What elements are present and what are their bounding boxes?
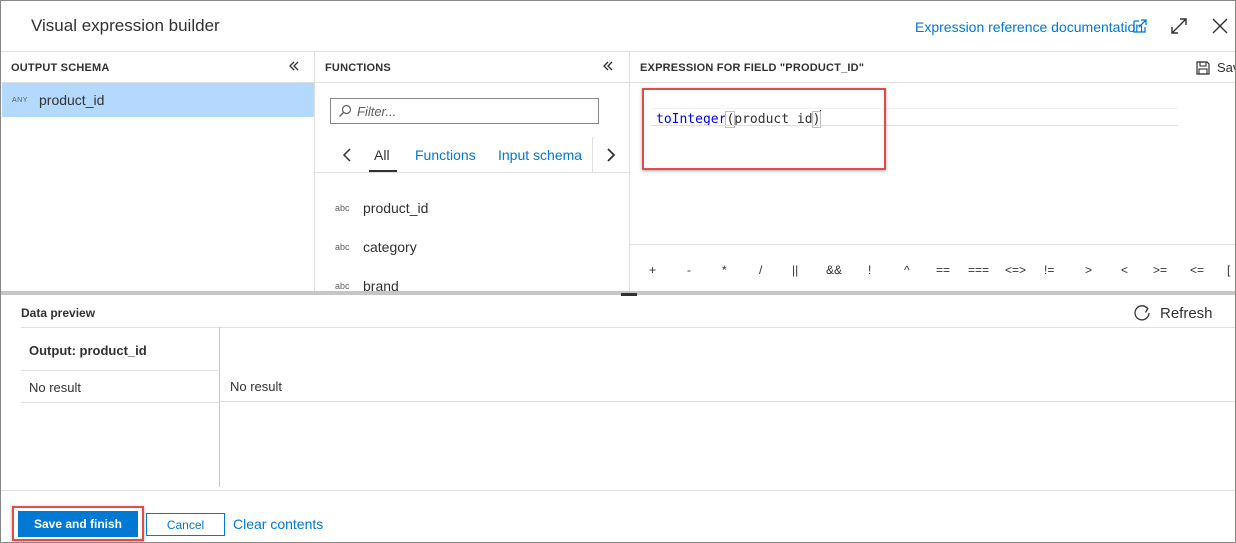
operator-multiply[interactable]: *	[722, 263, 727, 277]
function-item[interactable]: abc category	[315, 233, 627, 263]
functions-tabs: All Functions Input schema	[315, 137, 629, 173]
function-item[interactable]: abc brand	[315, 272, 627, 291]
preview-cell-result: No result	[230, 379, 283, 394]
expression-reference-link[interactable]: Expression reference documentation	[915, 19, 1143, 35]
clear-contents-button[interactable]: Clear contents	[233, 516, 323, 532]
refresh-icon	[1134, 304, 1150, 321]
operator-plus[interactable]: +	[649, 263, 656, 277]
collapse-functions-icon[interactable]	[600, 58, 616, 74]
pane-splitter[interactable]	[1, 291, 1235, 295]
data-preview-title: Data preview	[21, 306, 96, 320]
refresh-label: Refresh	[1160, 305, 1213, 322]
operator-less[interactable]: <	[1121, 263, 1128, 277]
preview-divider	[21, 327, 1235, 328]
expand-icon[interactable]	[1169, 16, 1189, 36]
functions-header: FUNCTIONS	[315, 52, 629, 83]
splitter-handle[interactable]	[621, 293, 637, 296]
tab-all[interactable]: All	[374, 147, 390, 163]
preview-row-divider	[21, 402, 220, 403]
function-item-name: brand	[363, 278, 399, 291]
chevron-right-icon[interactable]	[603, 146, 619, 164]
operator-greater-equal[interactable]: >=	[1153, 263, 1167, 277]
preview-cell-output: No result	[29, 380, 82, 395]
expression-builder-dialog: Visual expression builder Expression ref…	[0, 0, 1236, 543]
schema-item-name: product_id	[39, 92, 105, 108]
function-item-name: category	[363, 239, 417, 255]
search-icon	[339, 104, 352, 117]
output-schema-header: OUTPUT SCHEMA	[1, 52, 314, 83]
save-button-highlight-box	[12, 506, 144, 541]
tab-functions[interactable]: Functions	[415, 147, 476, 163]
function-item-name: product_id	[363, 200, 429, 216]
expression-header: EXPRESSION FOR FIELD "PRODUCT_ID"	[630, 52, 1235, 83]
operator-and[interactable]: &&	[826, 263, 842, 277]
external-link-icon[interactable]	[1132, 18, 1148, 34]
schema-item-product-id[interactable]: ANY product_id	[2, 83, 314, 117]
operator-strict-equals[interactable]: ===	[968, 263, 989, 277]
operator-bracket[interactable]: [	[1227, 263, 1230, 277]
save-expression-label: Save	[1217, 60, 1235, 75]
chevron-left-icon[interactable]	[339, 146, 355, 164]
operator-minus[interactable]: -	[687, 263, 691, 277]
dialog-header: Visual expression builder Expression ref…	[1, 1, 1235, 52]
function-item-type: abc	[335, 203, 350, 213]
tab-input-schema[interactable]: Input schema	[498, 147, 582, 163]
active-tab-indicator	[369, 170, 397, 172]
functions-title: FUNCTIONS	[325, 62, 391, 74]
preview-column-divider	[219, 327, 220, 487]
operator-xor[interactable]: ^	[904, 263, 910, 277]
preview-column-header: Output: product_id	[29, 343, 147, 358]
function-item-type: abc	[335, 281, 350, 291]
dialog-title: Visual expression builder	[31, 16, 220, 35]
collapse-output-schema-icon[interactable]	[286, 58, 302, 74]
tab-separator	[592, 137, 593, 173]
preview-header-divider	[21, 370, 220, 371]
operator-null-safe-equals[interactable]: <=>	[1005, 263, 1026, 277]
operator-not[interactable]: !	[868, 263, 871, 277]
preview-row-divider	[220, 401, 1235, 402]
operator-toolbar: + - * / || && ! ^ == === <=> != > < >= <…	[630, 244, 1235, 292]
functions-filter[interactable]	[330, 98, 599, 124]
expression-title: EXPRESSION FOR FIELD "PRODUCT_ID"	[640, 62, 865, 74]
save-icon	[1196, 61, 1210, 75]
output-schema-title: OUTPUT SCHEMA	[11, 62, 110, 74]
expression-highlight-box	[642, 88, 886, 170]
operator-greater[interactable]: >	[1085, 263, 1092, 277]
operator-less-equal[interactable]: <=	[1190, 263, 1204, 277]
operator-not-equals[interactable]: !=	[1044, 263, 1054, 277]
cancel-button[interactable]: Cancel	[146, 513, 225, 536]
function-item[interactable]: abc product_id	[315, 194, 627, 224]
schema-item-type: ANY	[12, 97, 28, 104]
close-icon[interactable]	[1210, 16, 1230, 36]
operator-or[interactable]: ||	[792, 263, 798, 277]
filter-input[interactable]	[357, 102, 592, 120]
operator-equals[interactable]: ==	[936, 263, 950, 277]
function-item-type: abc	[335, 242, 350, 252]
operator-divide[interactable]: /	[759, 263, 762, 277]
